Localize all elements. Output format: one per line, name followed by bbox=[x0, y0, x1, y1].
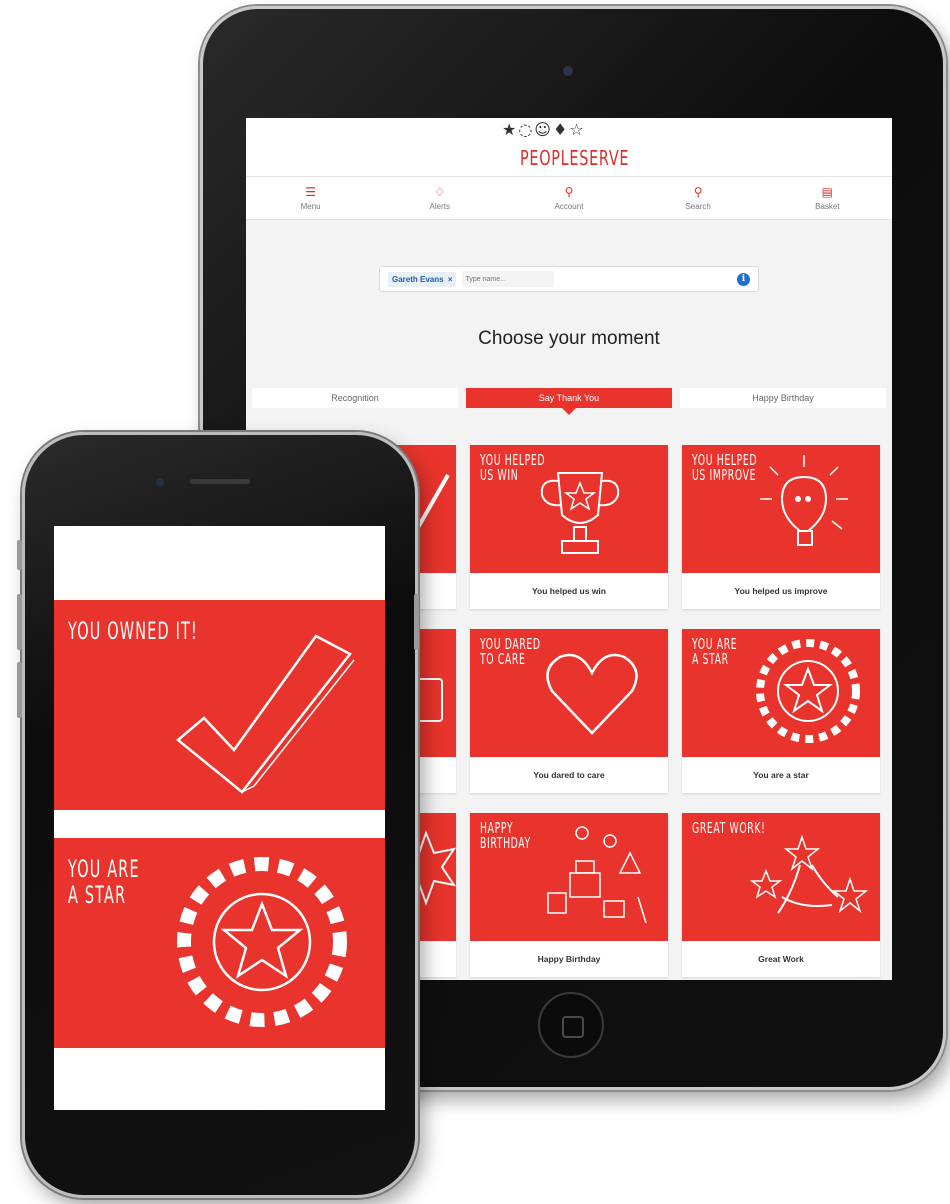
lightbulb-illustration bbox=[760, 455, 848, 546]
search-icon: ⚲ bbox=[693, 185, 703, 199]
remove-recipient-icon[interactable]: × bbox=[448, 275, 453, 284]
app-header: ★◌☺♦☆ PEOPLESERVE bbox=[246, 118, 892, 176]
checkmark-illustration bbox=[176, 634, 355, 794]
recipient-selector[interactable]: Gareth Evans × i bbox=[379, 266, 759, 292]
card-art: HAPPY BIRTHDAY bbox=[470, 813, 668, 941]
main-navbar: ☰ Menu ♢ Alerts ⚲ Account ⚲ Search ▤ Bas… bbox=[246, 176, 892, 220]
user-icon: ⚲ bbox=[564, 185, 574, 199]
tablet-camera bbox=[563, 66, 573, 76]
nav-item-menu[interactable]: ☰ Menu bbox=[256, 185, 366, 211]
shooting-stars-illustration bbox=[749, 834, 869, 914]
info-icon[interactable]: i bbox=[737, 273, 750, 286]
card-label: You dared to care bbox=[533, 770, 605, 780]
card-label: You helped us win bbox=[532, 586, 606, 596]
nav-label-basket: Basket bbox=[815, 202, 840, 211]
phone-camera bbox=[156, 478, 164, 486]
tab-say-thank-you[interactable]: Say Thank You bbox=[466, 388, 672, 415]
card-you-are-a-star[interactable]: YOU ARE A STAR You are a star bbox=[682, 629, 880, 793]
card-label: You helped us improve bbox=[734, 586, 828, 596]
card-art: GREAT WORK! bbox=[682, 813, 880, 941]
bell-icon: ♢ bbox=[434, 185, 446, 199]
nav-item-search[interactable]: ⚲ Search bbox=[643, 185, 753, 211]
card-you-helped-us-win[interactable]: YOU HELPED US WIN You helped us win bbox=[470, 445, 668, 609]
star-burst-illustration bbox=[177, 857, 347, 1027]
nav-label-alerts: Alerts bbox=[429, 202, 450, 211]
tab-recognition[interactable]: Recognition bbox=[252, 388, 458, 408]
nav-label-menu: Menu bbox=[300, 202, 321, 211]
tablet-home-button[interactable] bbox=[538, 992, 604, 1058]
basket-icon: ▤ bbox=[821, 185, 834, 199]
card-art: YOU HELPED US IMPROVE bbox=[682, 445, 880, 573]
card-art: YOU DARED TO CARE bbox=[470, 629, 668, 757]
card-happy-birthday[interactable]: HAPPY BIRTHDAY Happy Birthday bbox=[470, 813, 668, 977]
nav-item-account[interactable]: ⚲ Account bbox=[514, 185, 624, 211]
card-label: Great Work bbox=[758, 954, 804, 964]
card-label: Happy Birthday bbox=[537, 954, 601, 964]
peopleserve-logo[interactable]: ★◌☺♦☆ PEOPLESERVE bbox=[494, 118, 644, 176]
card-great-work[interactable]: GREAT WORK! Great Work bbox=[682, 813, 880, 977]
trophy-illustration bbox=[540, 472, 620, 554]
phone-screen: YOU OWNED IT! YOU ARE A STAR bbox=[54, 526, 385, 1110]
phone-volume-up bbox=[17, 594, 22, 650]
recipient-name-input[interactable] bbox=[462, 271, 555, 287]
phone-mute-switch bbox=[17, 540, 22, 570]
nav-item-basket[interactable]: ▤ Basket bbox=[772, 185, 882, 211]
phone-power-button bbox=[414, 594, 419, 650]
card-you-helped-us-improve[interactable]: YOU HELPED US IMPROVE You helped us impr… bbox=[682, 445, 880, 609]
nav-label-search: Search bbox=[685, 202, 711, 211]
card-you-dared-to-care[interactable]: YOU DARED TO CARE You dared to care bbox=[470, 629, 668, 793]
page-title: Choose your moment bbox=[478, 328, 660, 349]
phone-speaker bbox=[190, 479, 250, 484]
card-label: You are a star bbox=[753, 770, 809, 780]
recipient-name: Gareth Evans bbox=[392, 274, 444, 284]
card-art: YOU HELPED US WIN bbox=[470, 445, 668, 573]
card-art: YOU ARE A STAR bbox=[682, 629, 880, 757]
phone-volume-down bbox=[17, 662, 22, 718]
logo-icons: ★◌☺♦☆ bbox=[502, 120, 586, 139]
menu-icon: ☰ bbox=[305, 185, 316, 199]
nav-item-alerts[interactable]: ♢ Alerts bbox=[385, 185, 495, 211]
phone-card-you-owned-it[interactable]: YOU OWNED IT! bbox=[54, 600, 385, 810]
moment-tabs: Recognition Say Thank You Happy Birthday bbox=[252, 388, 886, 415]
party-illustration bbox=[547, 826, 647, 924]
tab-happy-birthday[interactable]: Happy Birthday bbox=[680, 388, 886, 408]
heart-illustration bbox=[546, 653, 638, 735]
recipient-tag[interactable]: Gareth Evans × bbox=[388, 271, 457, 287]
phone-card-you-are-a-star[interactable]: YOU ARE A STAR bbox=[54, 838, 385, 1048]
nav-label-account: Account bbox=[554, 202, 584, 211]
logo-text: PEOPLESERVE bbox=[520, 146, 630, 170]
star-burst-illustration bbox=[756, 639, 860, 743]
